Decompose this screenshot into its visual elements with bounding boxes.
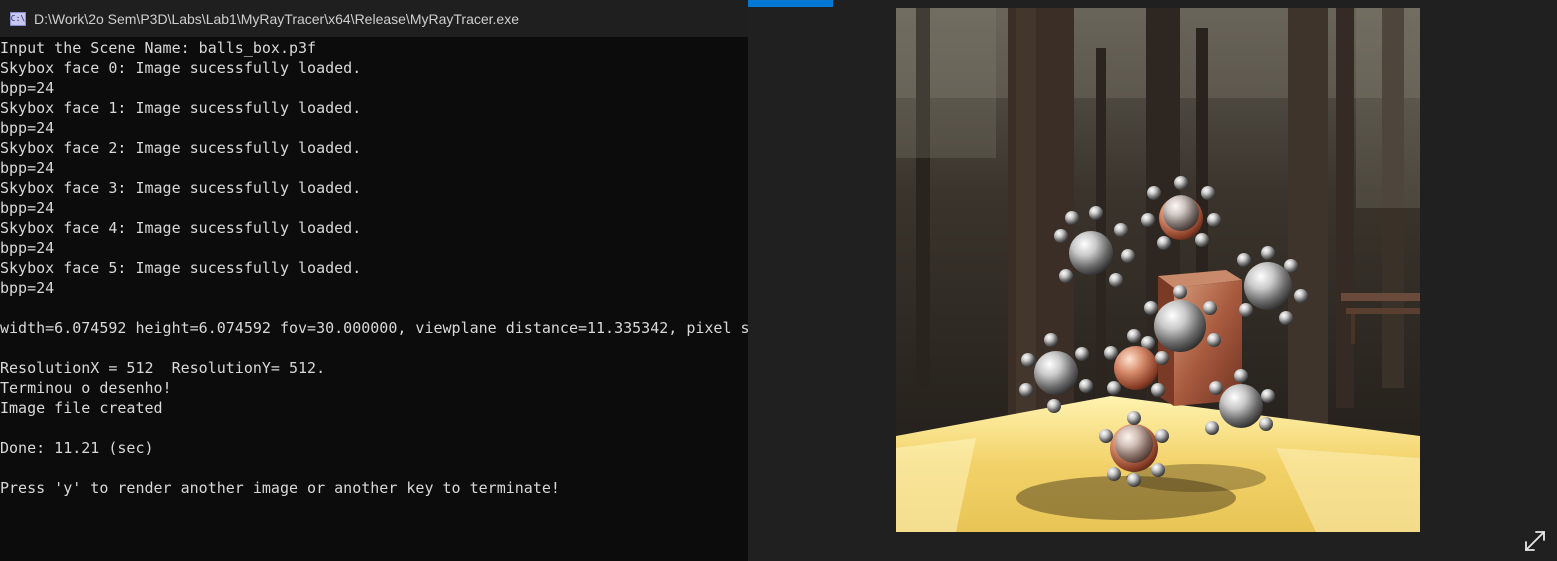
rendered-scene-svg bbox=[896, 8, 1420, 532]
window-title: D:\Work\2o Sem\P3D\Labs\Lab1\MyRayTracer… bbox=[34, 10, 520, 27]
console-app-icon: C:\ bbox=[10, 11, 26, 26]
image-viewer bbox=[748, 0, 1557, 561]
console-line: Skybox face 5: Image sucessfully loaded. bbox=[0, 259, 362, 277]
window-titlebar[interactable]: C:\ D:\Work\2o Sem\P3D\Labs\Lab1\MyRayTr… bbox=[0, 0, 748, 37]
console-line: bpp=24 bbox=[0, 279, 55, 297]
console-line: bpp=24 bbox=[0, 199, 55, 217]
expand-icon[interactable] bbox=[1522, 528, 1548, 554]
console-line: Skybox face 0: Image sucessfully loaded. bbox=[0, 59, 362, 77]
console-line: Press 'y' to render another image or ano… bbox=[0, 479, 560, 497]
console-line: bpp=24 bbox=[0, 119, 55, 137]
console-line: ResolutionX = 512 ResolutionY= 512. bbox=[0, 359, 326, 377]
console-line: Input the Scene Name: balls_box.p3f bbox=[0, 39, 317, 57]
console-line: Terminou o desenho! bbox=[0, 379, 172, 397]
console-line: width=6.074592 height=6.074592 fov=30.00… bbox=[0, 319, 748, 337]
console-line: Skybox face 3: Image sucessfully loaded. bbox=[0, 179, 362, 197]
console-line: Skybox face 1: Image sucessfully loaded. bbox=[0, 99, 362, 117]
console-output[interactable]: Input the Scene Name: balls_box.p3f Skybo… bbox=[0, 38, 748, 561]
console-line: Skybox face 2: Image sucessfully loaded. bbox=[0, 139, 362, 157]
console-line: Done: 11.21 (sec) bbox=[0, 439, 154, 457]
console-line: Image file created bbox=[0, 399, 163, 417]
console-line: Skybox face 4: Image sucessfully loaded. bbox=[0, 219, 362, 237]
rendered-image bbox=[896, 8, 1420, 532]
console-window[interactable]: C:\ D:\Work\2o Sem\P3D\Labs\Lab1\MyRayTr… bbox=[0, 0, 748, 561]
console-line: bpp=24 bbox=[0, 79, 55, 97]
accent-tab-indicator bbox=[748, 0, 833, 7]
console-line: bpp=24 bbox=[0, 159, 55, 177]
console-line: bpp=24 bbox=[0, 239, 55, 257]
desktop: C:\ D:\Work\2o Sem\P3D\Labs\Lab1\MyRayTr… bbox=[0, 0, 1557, 561]
